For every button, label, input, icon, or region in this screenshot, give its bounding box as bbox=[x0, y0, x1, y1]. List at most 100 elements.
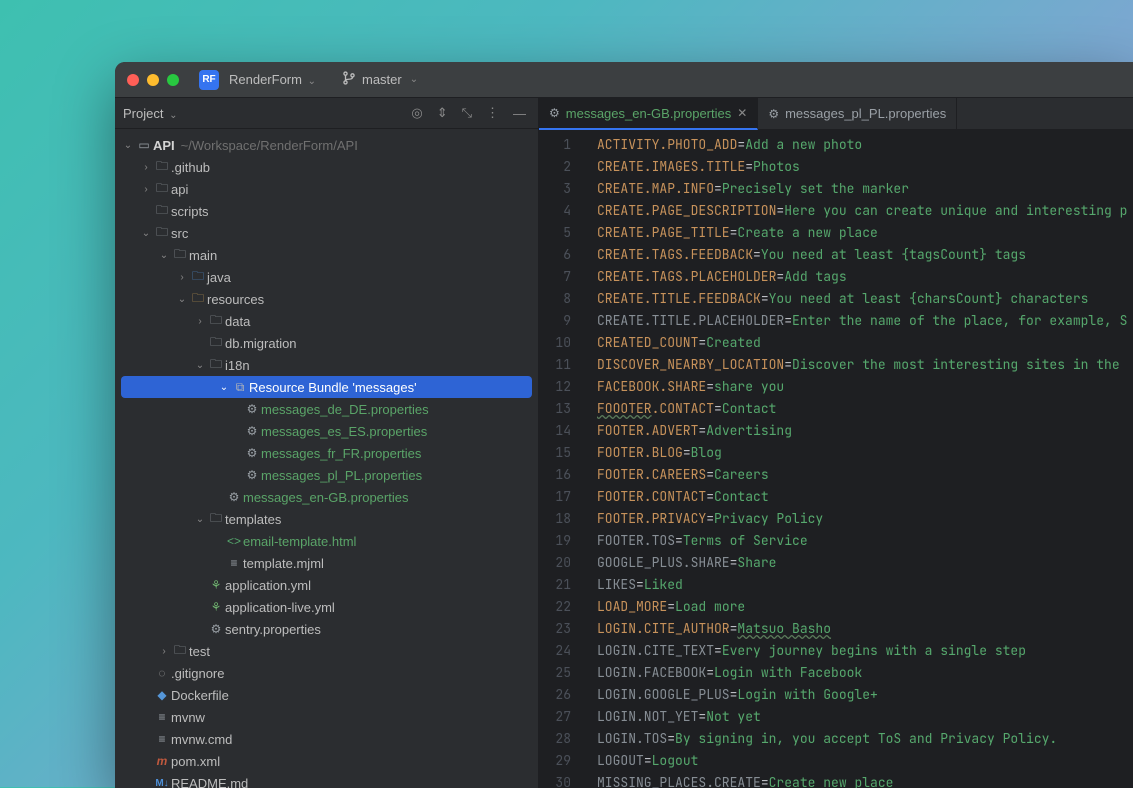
tree-item[interactable]: ⌄🗀templates bbox=[115, 508, 538, 530]
tree-item[interactable]: ◆Dockerfile bbox=[115, 684, 538, 706]
line-number: 15 bbox=[539, 442, 571, 464]
tree-item[interactable]: ⌄🗀resources bbox=[115, 288, 538, 310]
line-number: 3 bbox=[539, 178, 571, 200]
tree-arrow-icon[interactable]: ⌄ bbox=[217, 382, 231, 393]
tree-arrow-icon[interactable]: ⌄ bbox=[193, 514, 207, 525]
code-line[interactable]: CREATE.TAGS.FEEDBACK=You need at least {… bbox=[597, 244, 1133, 266]
line-number: 1 bbox=[539, 134, 571, 156]
editor-tab[interactable]: ⚙messages_pl_PL.properties bbox=[758, 98, 957, 129]
tree-item[interactable]: ⚘application.yml bbox=[115, 574, 538, 596]
expand-all-icon[interactable]: ⇕ bbox=[433, 105, 452, 121]
tree-item[interactable]: ⚙messages_en-GB.properties bbox=[115, 486, 538, 508]
editor[interactable]: 1234567891011121314151617181920212223242… bbox=[539, 130, 1133, 788]
project-selector[interactable]: RenderForm ⌄ bbox=[229, 72, 316, 87]
tree-item-label: mvnw.cmd bbox=[171, 732, 232, 747]
code-line[interactable]: GOOGLE_PLUS.SHARE=Share bbox=[597, 552, 1133, 574]
minimize-icon[interactable] bbox=[147, 74, 159, 86]
tree-item[interactable]: ⚙messages_es_ES.properties bbox=[115, 420, 538, 442]
tree-arrow-icon[interactable]: ⌄ bbox=[157, 250, 171, 261]
tree-item[interactable]: ⚙sentry.properties bbox=[115, 618, 538, 640]
tree-item[interactable]: ⌄🗀main bbox=[115, 244, 538, 266]
tree-item[interactable]: ›🗀.github bbox=[115, 156, 538, 178]
vcs-branch-selector[interactable]: master ⌄ bbox=[342, 71, 418, 88]
code-line[interactable]: LOGIN.NOT_YET=Not yet bbox=[597, 706, 1133, 728]
tree-item[interactable]: ≡mvnw.cmd bbox=[115, 728, 538, 750]
tree-arrow-icon[interactable]: ⌄ bbox=[139, 228, 153, 239]
editor-content[interactable]: ACTIVITY.PHOTO_ADD=Add a new photoCREATE… bbox=[581, 130, 1133, 788]
code-line[interactable]: LOGIN.CITE_AUTHOR=Matsuo Basho bbox=[597, 618, 1133, 640]
tree-item[interactable]: ›🗀test bbox=[115, 640, 538, 662]
code-line[interactable]: FOOOTER.CONTACT=Contact bbox=[597, 398, 1133, 420]
code-line[interactable]: FACEBOOK.SHARE=share you bbox=[597, 376, 1133, 398]
code-line[interactable]: LOGIN.TOS=By signing in, you accept ToS … bbox=[597, 728, 1133, 750]
tree-item[interactable]: 🗀scripts bbox=[115, 200, 538, 222]
tree-item[interactable]: ›🗀api bbox=[115, 178, 538, 200]
project-name-label: RenderForm bbox=[229, 72, 302, 87]
tree-arrow-icon[interactable]: ⌄ bbox=[175, 294, 189, 305]
tree-arrow-icon[interactable]: › bbox=[157, 646, 171, 657]
code-line[interactable]: CREATE.MAP.INFO=Precisely set the marker bbox=[597, 178, 1133, 200]
code-line[interactable]: FOOTER.TOS=Terms of Service bbox=[597, 530, 1133, 552]
code-line[interactable]: CREATE.TITLE.FEEDBACK=You need at least … bbox=[597, 288, 1133, 310]
editor-area: ⚙messages_en-GB.properties✕⚙messages_pl_… bbox=[539, 98, 1133, 788]
code-line[interactable]: CREATE.TAGS.PLACEHOLDER=Add tags bbox=[597, 266, 1133, 288]
tree-item[interactable]: ›🗀data bbox=[115, 310, 538, 332]
more-icon[interactable]: ⋮ bbox=[482, 105, 503, 121]
tree-item[interactable]: ⚙messages_pl_PL.properties bbox=[115, 464, 538, 486]
tree-item[interactable]: ⚙messages_fr_FR.properties bbox=[115, 442, 538, 464]
code-line[interactable]: LOGIN.FACEBOOK=Login with Facebook bbox=[597, 662, 1133, 684]
code-line[interactable]: CREATE.PAGE_DESCRIPTION=Here you can cre… bbox=[597, 200, 1133, 222]
select-opened-file-icon[interactable]: ◎ bbox=[407, 105, 426, 121]
tree-item[interactable]: <>email-template.html bbox=[115, 530, 538, 552]
tree-item[interactable]: mpom.xml bbox=[115, 750, 538, 772]
tree-root[interactable]: ⌄▭API~/Workspace/RenderForm/API bbox=[115, 134, 538, 156]
tree-item[interactable]: ≡mvnw bbox=[115, 706, 538, 728]
project-title-label: Project bbox=[123, 106, 163, 121]
tree-item-label: Resource Bundle 'messages' bbox=[249, 380, 417, 395]
tree-arrow-icon[interactable]: › bbox=[139, 162, 153, 173]
code-line[interactable]: LOGIN.GOOGLE_PLUS=Login with Google+ bbox=[597, 684, 1133, 706]
code-line[interactable]: FOOTER.CONTACT=Contact bbox=[597, 486, 1133, 508]
line-number: 14 bbox=[539, 420, 571, 442]
code-line[interactable]: DISCOVER_NEARBY_LOCATION=Discover the mo… bbox=[597, 354, 1133, 376]
code-line[interactable]: FOOTER.PRIVACY=Privacy Policy bbox=[597, 508, 1133, 530]
code-line[interactable]: LOGOUT=Logout bbox=[597, 750, 1133, 772]
tree-arrow-icon[interactable]: › bbox=[175, 272, 189, 283]
tree-item[interactable]: ⚘application-live.yml bbox=[115, 596, 538, 618]
tree-arrow-icon[interactable]: › bbox=[139, 184, 153, 195]
close-tab-icon[interactable]: ✕ bbox=[737, 106, 747, 120]
tree-arrow-icon[interactable]: ⌄ bbox=[193, 360, 207, 371]
tab-label: messages_en-GB.properties bbox=[566, 106, 731, 121]
code-line[interactable]: LOGIN.CITE_TEXT=Every journey begins wit… bbox=[597, 640, 1133, 662]
project-tree[interactable]: ⌄▭API~/Workspace/RenderForm/API›🗀.github… bbox=[115, 129, 538, 788]
project-tool-title[interactable]: Project ⌄ bbox=[123, 106, 177, 121]
code-line[interactable]: MISSING_PLACES.CREATE=Create new place bbox=[597, 772, 1133, 788]
collapse-all-icon[interactable]: ⤡ bbox=[458, 105, 476, 121]
hide-icon[interactable]: — bbox=[509, 106, 530, 121]
code-line[interactable]: CREATE.IMAGES.TITLE=Photos bbox=[597, 156, 1133, 178]
code-line[interactable]: CREATED_COUNT=Created bbox=[597, 332, 1133, 354]
code-line[interactable]: ACTIVITY.PHOTO_ADD=Add a new photo bbox=[597, 134, 1133, 156]
tree-arrow-icon[interactable]: › bbox=[193, 316, 207, 327]
tree-item[interactable]: ⌄⧉Resource Bundle 'messages' bbox=[121, 376, 532, 398]
tree-item[interactable]: ◌.gitignore bbox=[115, 662, 538, 684]
close-icon[interactable] bbox=[127, 74, 139, 86]
code-line[interactable]: CREATE.PAGE_TITLE=Create a new place bbox=[597, 222, 1133, 244]
tree-item-label: messages_de_DE.properties bbox=[261, 402, 429, 417]
code-line[interactable]: LOAD_MORE=Load more bbox=[597, 596, 1133, 618]
tree-item[interactable]: M↓README.md bbox=[115, 772, 538, 788]
code-line[interactable]: CREATE.TITLE.PLACEHOLDER=Enter the name … bbox=[597, 310, 1133, 332]
code-line[interactable]: FOOTER.CAREERS=Careers bbox=[597, 464, 1133, 486]
maximize-icon[interactable] bbox=[167, 74, 179, 86]
tree-item[interactable]: ›🗀java bbox=[115, 266, 538, 288]
code-line[interactable]: FOOTER.ADVERT=Advertising bbox=[597, 420, 1133, 442]
code-line[interactable]: LIKES=Liked bbox=[597, 574, 1133, 596]
code-line[interactable]: FOOTER.BLOG=Blog bbox=[597, 442, 1133, 464]
tree-item[interactable]: 🗀db.migration bbox=[115, 332, 538, 354]
editor-tab[interactable]: ⚙messages_en-GB.properties✕ bbox=[539, 98, 758, 130]
tree-item[interactable]: ⚙messages_de_DE.properties bbox=[115, 398, 538, 420]
tree-item[interactable]: ≡template.mjml bbox=[115, 552, 538, 574]
tree-item[interactable]: ⌄🗀src bbox=[115, 222, 538, 244]
tree-item[interactable]: ⌄🗀i18n bbox=[115, 354, 538, 376]
line-number: 30 bbox=[539, 772, 571, 788]
